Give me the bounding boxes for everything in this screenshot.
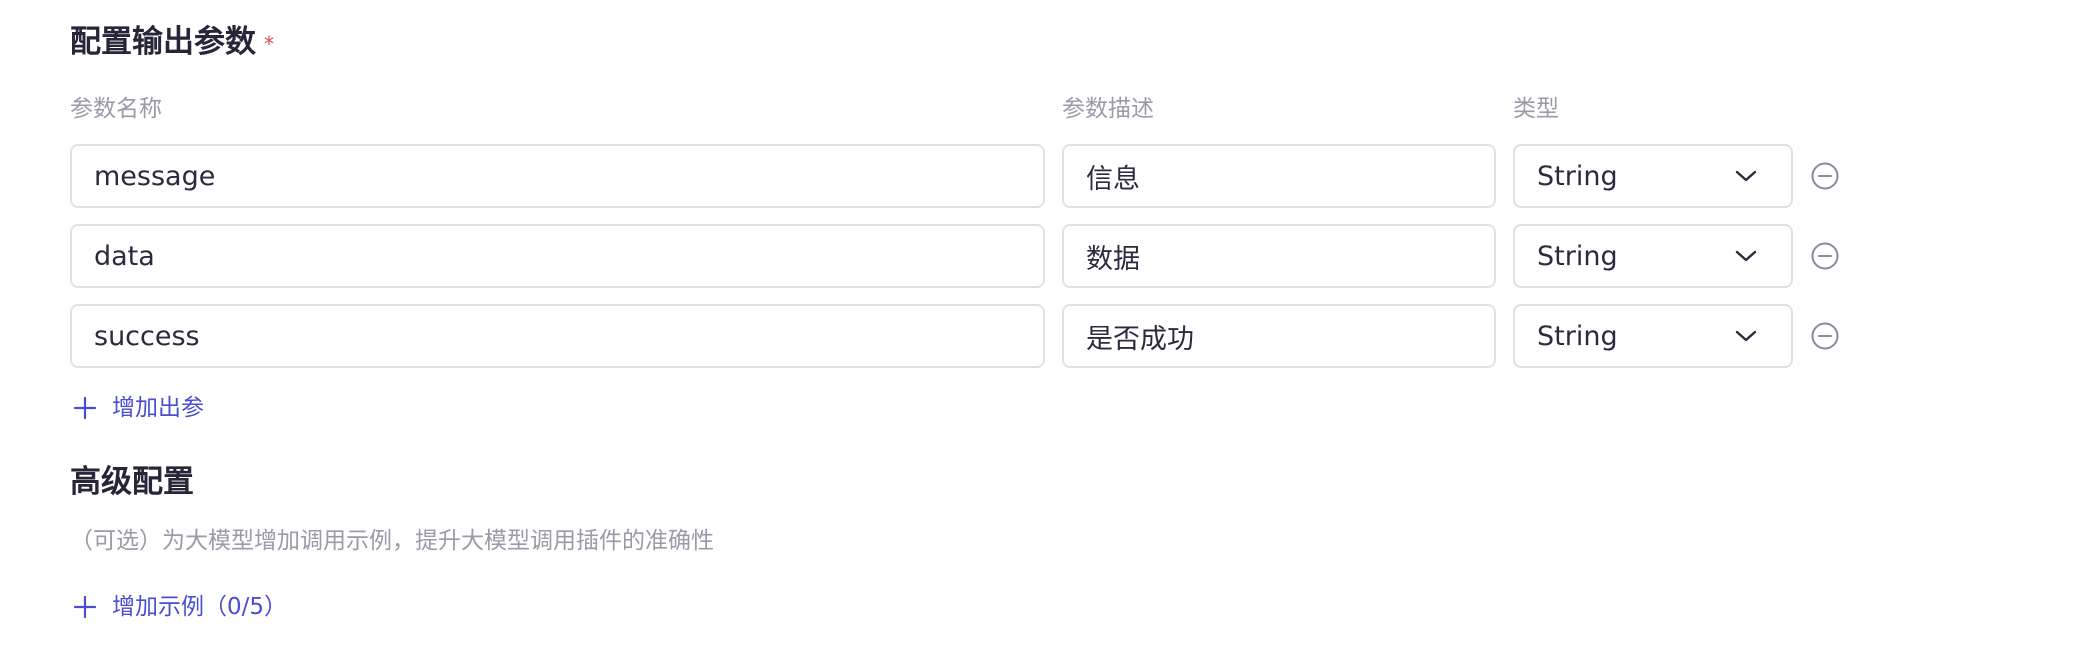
param-type-value: String bbox=[1537, 160, 1618, 192]
param-type-value: String bbox=[1537, 320, 1618, 352]
param-description-value: 数据 bbox=[1086, 243, 1140, 275]
param-name-value: success bbox=[94, 320, 200, 352]
param-row: success 是否成功 String bbox=[0, 304, 2090, 368]
param-type-select[interactable]: String bbox=[1513, 144, 1793, 208]
output-params-title: 配置输出参数 * bbox=[70, 22, 274, 62]
param-name-input[interactable]: message bbox=[70, 144, 1045, 208]
param-row: data 数据 String bbox=[0, 224, 2090, 288]
advanced-hint: （可选）为大模型增加调用示例，提升大模型调用插件的准确性 bbox=[70, 528, 714, 554]
add-output-param-button[interactable]: 增加出参 bbox=[72, 393, 204, 423]
param-description-value: 是否成功 bbox=[1086, 323, 1194, 355]
param-name-value: message bbox=[94, 160, 216, 192]
param-description-value: 信息 bbox=[1086, 163, 1140, 195]
param-type-select[interactable]: String bbox=[1513, 224, 1793, 288]
add-example-button[interactable]: 增加示例（0/5） bbox=[72, 592, 287, 622]
add-output-param-label: 增加出参 bbox=[112, 395, 204, 421]
plus-icon bbox=[72, 594, 98, 620]
param-description-input[interactable]: 信息 bbox=[1062, 144, 1496, 208]
column-header-type: 类型 bbox=[1513, 96, 1559, 122]
param-description-input[interactable]: 是否成功 bbox=[1062, 304, 1496, 368]
minus-circle-icon[interactable] bbox=[1810, 161, 1840, 191]
param-type-value: String bbox=[1537, 240, 1618, 272]
chevron-down-icon bbox=[1735, 249, 1757, 263]
param-name-input[interactable]: success bbox=[70, 304, 1045, 368]
minus-circle-icon[interactable] bbox=[1810, 241, 1840, 271]
param-name-input[interactable]: data bbox=[70, 224, 1045, 288]
param-row: message 信息 String bbox=[0, 144, 2090, 208]
param-description-input[interactable]: 数据 bbox=[1062, 224, 1496, 288]
chevron-down-icon bbox=[1735, 169, 1757, 183]
add-example-label: 增加示例（0/5） bbox=[112, 594, 288, 620]
advanced-title: 高级配置 bbox=[70, 464, 194, 500]
output-params-title-text: 配置输出参数 bbox=[70, 24, 256, 60]
column-header-description: 参数描述 bbox=[1062, 96, 1154, 122]
param-type-select[interactable]: String bbox=[1513, 304, 1793, 368]
param-name-value: data bbox=[94, 240, 155, 272]
minus-circle-icon[interactable] bbox=[1810, 321, 1840, 351]
chevron-down-icon bbox=[1735, 329, 1757, 343]
plus-icon bbox=[72, 395, 98, 421]
column-header-name: 参数名称 bbox=[70, 96, 162, 122]
required-mark: * bbox=[264, 32, 274, 56]
